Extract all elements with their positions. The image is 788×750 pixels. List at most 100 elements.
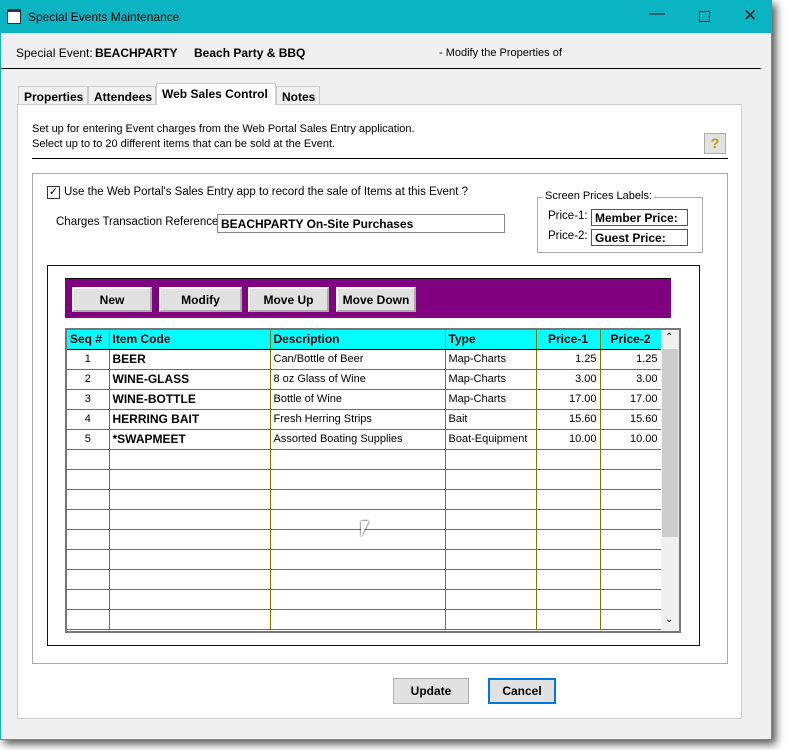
price2-label: Price-2: xyxy=(548,230,588,242)
tab-attendees[interactable]: Attendees xyxy=(88,86,156,105)
grid-scrollbar[interactable]: ⌃ ⌄ xyxy=(661,330,679,631)
use-web-portal-checkbox[interactable]: ✓ xyxy=(47,186,60,199)
cell-item-code xyxy=(109,529,271,550)
cell-description: Assorted Boating Supplies xyxy=(270,429,446,450)
scroll-down-icon[interactable]: ⌄ xyxy=(665,614,673,625)
title-bar[interactable]: Special Events Maintenance — ✕ xyxy=(1,1,771,33)
mouse-cursor-icon xyxy=(361,521,369,537)
table-row[interactable] xyxy=(67,589,662,610)
move-up-button[interactable]: Move Up xyxy=(248,287,329,312)
new-button[interactable]: New xyxy=(72,287,152,312)
cell-price1: 3.00 xyxy=(536,369,601,390)
cell-type: Map-Charts xyxy=(445,349,537,370)
dialog-window: Special Events Maintenance — ✕ Special E… xyxy=(0,0,772,740)
price1-input[interactable]: Member Price: xyxy=(591,209,688,226)
cell-item-code: HERRING BAIT xyxy=(109,409,271,430)
column-header-price1[interactable]: Price-1 xyxy=(536,330,601,350)
cell-price1 xyxy=(536,569,601,590)
cell-price2 xyxy=(600,589,662,610)
cell-seq xyxy=(67,509,110,530)
column-header-type[interactable]: Type xyxy=(445,330,537,350)
cell-price2: 1.25 xyxy=(600,349,662,370)
cancel-button[interactable]: Cancel xyxy=(488,678,556,704)
cell-price2 xyxy=(600,489,662,510)
table-row[interactable]: 4 HERRING BAIT Fresh Herring Strips Bait 15.… xyxy=(67,409,662,430)
cell-item-code xyxy=(109,569,271,590)
cell-price1 xyxy=(536,609,601,630)
cell-price1 xyxy=(536,529,601,550)
cell-type xyxy=(445,549,537,570)
cell-type xyxy=(445,589,537,610)
cell-price2: 3.00 xyxy=(600,369,662,390)
cell-price1: 1.25 xyxy=(536,349,601,370)
column-header-item-code[interactable]: Item Code xyxy=(109,330,271,350)
maximize-button[interactable] xyxy=(699,11,710,22)
cell-type xyxy=(445,509,537,530)
cell-description xyxy=(270,589,446,610)
cell-price1 xyxy=(536,549,601,570)
charges-ref-input[interactable]: BEACHPARTY On-Site Purchases xyxy=(217,214,505,233)
cell-type: Bait xyxy=(445,409,537,430)
scroll-up-icon[interactable]: ⌃ xyxy=(665,332,673,343)
modify-button[interactable]: Modify xyxy=(159,287,242,312)
column-header-seq[interactable]: Seq # xyxy=(67,330,110,350)
close-button[interactable]: ✕ xyxy=(743,6,757,26)
table-row[interactable] xyxy=(67,449,662,470)
cell-price2 xyxy=(600,569,662,590)
cell-seq: 3 xyxy=(67,389,110,410)
cell-price1: 15.60 xyxy=(536,409,601,430)
table-row[interactable] xyxy=(67,569,662,590)
table-row[interactable]: 3 WINE-BOTTLE Bottle of Wine Map-Charts 17.0… xyxy=(67,389,662,410)
cell-seq xyxy=(67,569,110,590)
window-title: Special Events Maintenance xyxy=(28,10,180,24)
table-row[interactable]: 1 BEER Can/Bottle of Beer Map-Charts 1.25 1.2… xyxy=(67,349,662,370)
table-row[interactable] xyxy=(67,469,662,490)
cell-price1 xyxy=(536,449,601,470)
window-icon xyxy=(7,9,21,24)
minimize-button[interactable]: — xyxy=(649,5,665,23)
help-button[interactable]: ? xyxy=(704,133,726,154)
table-row[interactable]: 5 *SWAPMEET Assorted Boating Supplies Boat-… xyxy=(67,429,662,450)
cell-item-code xyxy=(109,589,271,610)
table-row[interactable] xyxy=(67,609,662,630)
cell-item-code xyxy=(109,509,271,530)
cell-price2 xyxy=(600,449,662,470)
column-header-price2[interactable]: Price-2 xyxy=(600,330,662,350)
table-row[interactable] xyxy=(67,549,662,570)
cell-description xyxy=(270,569,446,590)
tab-properties[interactable]: Properties xyxy=(18,86,88,105)
event-name: Beach Party & BBQ xyxy=(194,46,306,60)
tab-notes[interactable]: Notes xyxy=(276,86,320,105)
intro-divider xyxy=(32,158,728,159)
cell-seq: 4 xyxy=(67,409,110,430)
cell-description: 8 oz Glass of Wine xyxy=(270,369,446,390)
cell-seq xyxy=(67,609,110,630)
table-row[interactable] xyxy=(67,489,662,510)
update-button[interactable]: Update xyxy=(393,678,469,704)
cell-price1 xyxy=(536,589,601,610)
intro-line-1: Set up for entering Event charges from t… xyxy=(32,123,415,135)
cell-type xyxy=(445,529,537,550)
event-code: BEACHPARTY xyxy=(95,46,178,60)
cell-price2: 10.00 xyxy=(600,429,662,450)
price2-input[interactable]: Guest Price: xyxy=(591,229,688,246)
cell-type xyxy=(445,489,537,510)
move-down-button[interactable]: Move Down xyxy=(336,287,416,312)
cell-item-code xyxy=(109,469,271,490)
cell-item-code: WINE-GLASS xyxy=(109,369,271,390)
items-grid: Seq # Item Code Description Type Price-1 Pric… xyxy=(65,328,681,633)
table-row[interactable]: 2 WINE-GLASS 8 oz Glass of Wine Map-Charts 3… xyxy=(67,369,662,390)
cell-description xyxy=(270,449,446,470)
cell-price1 xyxy=(536,469,601,490)
cell-price1 xyxy=(536,509,601,530)
cell-item-code: BEER xyxy=(109,349,271,370)
cell-description xyxy=(270,609,446,630)
column-header-description[interactable]: Description xyxy=(270,330,446,350)
tab-web-sales-control[interactable]: Web Sales Control xyxy=(156,83,276,105)
cell-type: Map-Charts xyxy=(445,369,537,390)
cell-description: Fresh Herring Strips xyxy=(270,409,446,430)
cell-seq: 5 xyxy=(67,429,110,450)
price1-label: Price-1: xyxy=(548,210,588,222)
cell-description xyxy=(270,549,446,570)
scroll-thumb[interactable] xyxy=(662,349,678,537)
